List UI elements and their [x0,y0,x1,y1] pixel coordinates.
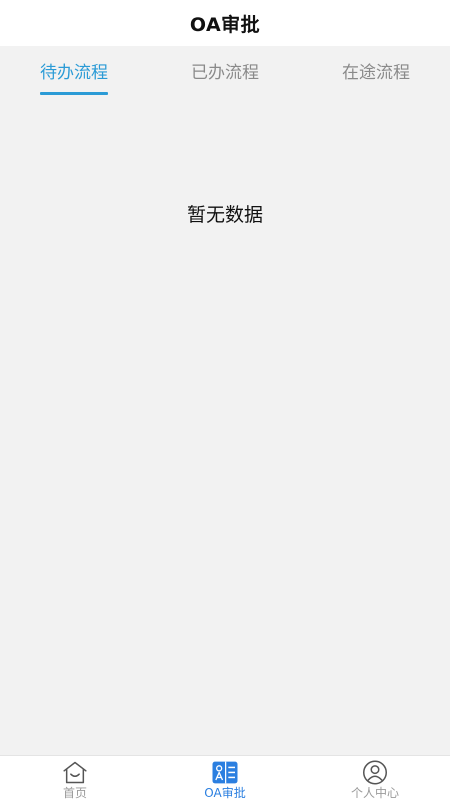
bottom-nav: 首页 OA审批 个人中心 [0,755,450,800]
tab-completed-process[interactable]: 已办流程 [163,46,286,98]
user-icon [363,760,387,785]
nav-item-personal-center[interactable]: 个人中心 [300,756,450,800]
tab-bar: 待办流程 已办流程 在途流程 [0,46,450,98]
header-bar: OA审批 [0,0,450,46]
tab-label: 待办流程 [40,58,108,95]
tab-pending-process[interactable]: 待办流程 [0,46,163,98]
empty-state-text: 暂无数据 [186,204,263,226]
tab-in-progress-process[interactable]: 在途流程 [287,46,450,98]
app-screen: OA审批 待办流程 已办流程 在途流程 暂无数据 首页 OA审批 个人中心 [0,0,450,800]
nav-label: 个人中心 [350,786,399,800]
oa-approval-icon [212,761,238,784]
nav-label: OA审批 [204,786,246,800]
home-icon [63,761,87,784]
nav-label: 首页 [62,786,87,800]
page-title: OA审批 [189,13,261,36]
tab-label: 已办流程 [190,62,259,83]
nav-item-home[interactable]: 首页 [0,756,150,800]
tab-label: 在途流程 [341,62,410,83]
nav-item-oa-approval[interactable]: OA审批 [150,756,300,800]
